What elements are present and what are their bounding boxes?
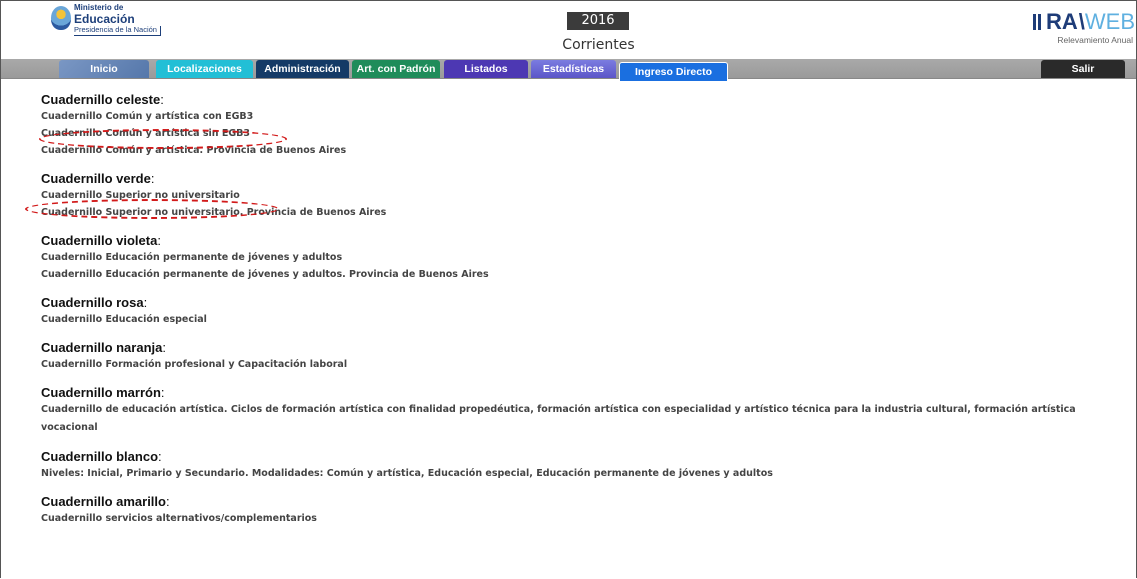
nav-ingreso-directo[interactable]: Ingreso Directo [619,62,728,81]
booklet-link[interactable]: Cuadernillo Superior no universitario [41,187,1121,204]
booklet-link[interactable]: Cuadernillo Formación profesional y Capa… [41,356,1121,373]
section-blanco: Cuadernillo blanco: Niveles: Inicial, Pr… [41,448,1121,482]
section-verde: Cuadernillo verde: Cuadernillo Superior … [41,170,1121,221]
section-naranja: Cuadernillo naranja: Cuadernillo Formaci… [41,339,1121,373]
nav-art-con-padron[interactable]: Art. con Padrón [352,60,440,78]
header: Ministerio de Educación Presidencia de l… [1,1,1136,59]
section-title: Cuadernillo verde: [41,171,155,186]
ministry-label-line3: Presidencia de la Nación [74,26,161,36]
booklet-link[interactable]: Cuadernillo Común y artística. Provincia… [41,142,1121,159]
nav-estadisticas[interactable]: Estadísticas [531,60,616,78]
nav-localizaciones[interactable]: Localizaciones [156,60,253,78]
booklet-link[interactable]: Cuadernillo Educación especial [41,311,1121,328]
booklet-list: Cuadernillo celeste: Cuadernillo Común y… [41,91,1121,538]
booklet-link[interactable]: Cuadernillo Común y artística con EGB3 [41,108,1121,125]
main-nav: Inicio Localizaciones Administración Art… [1,59,1136,81]
page-frame: Ministerio de Educación Presidencia de l… [0,0,1137,578]
booklet-link[interactable]: Cuadernillo Educación permanente de jóve… [41,266,1121,283]
section-rosa: Cuadernillo rosa: Cuadernillo Educación … [41,294,1121,328]
bars-icon [1033,14,1043,30]
raweb-logo: RA \WEB Relevamiento Anual [1033,11,1135,45]
section-violeta: Cuadernillo violeta: Cuadernillo Educaci… [41,232,1121,283]
section-title: Cuadernillo naranja: [41,340,166,355]
ministry-logo: Ministerio de Educación Presidencia de l… [51,4,161,36]
ministry-label-line2: Educación [74,12,135,26]
section-title: Cuadernillo blanco: [41,449,162,464]
year-badge: 2016 [567,12,629,30]
booklet-link[interactable]: Cuadernillo servicios alternativos/compl… [41,510,1121,527]
province-title: Corrientes [562,37,635,53]
booklet-link[interactable]: Cuadernillo Educación permanente de jóve… [41,249,1121,266]
booklet-link[interactable]: Cuadernillo Superior no universitario. P… [41,204,1121,221]
nav-administracion[interactable]: Administración [256,60,349,78]
section-celeste: Cuadernillo celeste: Cuadernillo Común y… [41,91,1121,159]
brand-subtitle: Relevamiento Anual [1057,35,1133,45]
ministry-label-line1: Ministerio de [74,3,124,12]
booklet-link[interactable]: Niveles: Inicial, Primario y Secundario.… [41,465,1121,482]
national-seal-icon [51,6,71,30]
section-title: Cuadernillo celeste: [41,92,164,107]
section-title: Cuadernillo marrón: [41,385,165,400]
booklet-link[interactable]: Cuadernillo de educación artística. Cicl… [41,401,1121,437]
section-title: Cuadernillo rosa: [41,295,148,310]
section-amarillo: Cuadernillo amarillo: Cuadernillo servic… [41,493,1121,527]
section-title: Cuadernillo amarillo: [41,494,170,509]
nav-listados[interactable]: Listados [444,60,528,78]
section-marron: Cuadernillo marrón: Cuadernillo de educa… [41,384,1121,437]
booklet-link[interactable]: Cuadernillo Común y artística sin EGB3 [41,125,1121,142]
nav-inicio[interactable]: Inicio [59,60,149,78]
brand-ra: RA [1045,9,1078,34]
nav-salir-button[interactable]: Salir [1041,60,1125,78]
section-title: Cuadernillo violeta: [41,233,161,248]
brand-web: \WEB [1078,9,1135,34]
